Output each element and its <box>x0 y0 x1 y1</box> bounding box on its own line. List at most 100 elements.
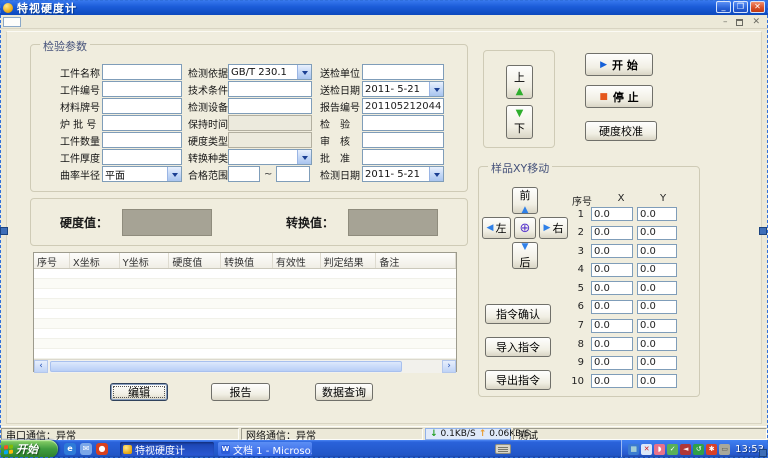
workpiece-qty-input[interactable] <box>102 132 182 148</box>
messenger-icon[interactable]: ◗ <box>654 444 665 455</box>
selection-handle-right[interactable] <box>759 227 767 235</box>
xy-x-input[interactable] <box>591 319 633 333</box>
move-front-button[interactable]: 前 ▲ <box>512 187 538 214</box>
antivirus-icon[interactable]: ✱ <box>706 444 717 455</box>
stop-button[interactable]: ■ 停 止 <box>585 85 653 108</box>
move-back-button[interactable]: ▼ 后 <box>512 242 538 269</box>
chevron-down-icon[interactable] <box>297 65 311 79</box>
conversion-type-select[interactable] <box>228 149 312 165</box>
network-activity-icon[interactable]: ▦ <box>628 444 639 455</box>
child-restore-button[interactable] <box>736 19 743 26</box>
results-column-header[interactable]: 转换值 <box>221 253 273 268</box>
hardness-app-icon <box>123 445 132 454</box>
results-column-header[interactable]: Y坐标 <box>120 253 170 268</box>
restore-button[interactable]: ❐ <box>733 1 748 13</box>
results-column-header[interactable]: 判定结果 <box>321 253 377 268</box>
toolbar-grip-icon[interactable] <box>495 444 511 454</box>
xy-y-input[interactable] <box>637 337 677 351</box>
results-column-header[interactable]: 有效性 <box>273 253 321 268</box>
curvature-radius-select[interactable]: 平面 <box>102 166 182 182</box>
chevron-down-icon[interactable] <box>297 150 311 164</box>
xy-x-input[interactable] <box>591 226 633 240</box>
workpiece-thickness-input[interactable] <box>102 149 182 165</box>
xy-x-input[interactable] <box>591 356 633 370</box>
command-import-button[interactable]: 导入指令 <box>485 337 551 357</box>
move-right-button[interactable]: ▶ 右 <box>539 217 568 239</box>
xy-y-input[interactable] <box>637 244 677 258</box>
close-button[interactable]: ✕ <box>750 1 765 13</box>
selection-handle-left[interactable] <box>0 227 8 235</box>
minimize-button[interactable]: _ <box>716 1 731 13</box>
hold-time-input <box>228 115 312 131</box>
chevron-down-icon[interactable] <box>429 167 443 181</box>
xy-x-input[interactable] <box>591 244 633 258</box>
horizontal-scrollbar[interactable]: ‹ › <box>34 359 456 373</box>
test-device-input[interactable] <box>228 98 312 114</box>
chevron-down-icon[interactable] <box>429 82 443 96</box>
scrollbar-thumb[interactable] <box>50 361 402 372</box>
xy-x-input[interactable] <box>591 300 633 314</box>
material-grade-input[interactable] <box>102 98 182 114</box>
xy-y-input[interactable] <box>637 207 677 221</box>
xy-x-input[interactable] <box>591 207 633 221</box>
move-left-button[interactable]: ◀ 左 <box>482 217 511 239</box>
tech-condition-input[interactable] <box>228 81 312 97</box>
xy-y-input[interactable] <box>637 356 677 370</box>
child-close-button[interactable]: ✕ <box>752 17 760 27</box>
command-confirm-button[interactable]: 指令确认 <box>485 304 551 324</box>
xy-y-input[interactable] <box>637 374 677 388</box>
live-update-icon[interactable]: ↺ <box>693 444 704 455</box>
security-center-icon[interactable]: ✓ <box>667 444 678 455</box>
submit-date-select[interactable]: 2011- 5-21 <box>362 81 444 97</box>
selection-handle-bottom-right[interactable] <box>759 449 767 457</box>
network-error-icon[interactable]: ✕ <box>641 444 652 455</box>
results-column-header[interactable]: 备注 <box>376 253 456 268</box>
range-min-input[interactable] <box>228 166 260 182</box>
ie-icon[interactable]: e <box>64 443 76 455</box>
start-button[interactable]: ▶ 开 始 <box>585 53 653 76</box>
approver-input[interactable] <box>362 149 444 165</box>
results-column-header[interactable]: 序号 <box>34 253 70 268</box>
inspector-input[interactable] <box>362 115 444 131</box>
task-button-word-doc[interactable]: W 文档 1 - Microso... <box>218 442 312 456</box>
reviewer-input[interactable] <box>362 132 444 148</box>
xy-y-input[interactable] <box>637 263 677 277</box>
start-menu-button[interactable]: 开始 <box>0 440 58 458</box>
scroll-right-button[interactable]: › <box>442 360 456 373</box>
chevron-down-icon[interactable] <box>167 167 181 181</box>
range-max-input[interactable] <box>276 166 310 182</box>
xy-y-input[interactable] <box>637 281 677 295</box>
test-date-select[interactable]: 2011- 5-21 <box>362 166 444 182</box>
task-button-hardness-app[interactable]: 特视硬度计 <box>120 442 214 456</box>
report-button[interactable]: 报告 <box>211 383 270 401</box>
z-up-button[interactable]: 上 ▲ <box>506 65 533 99</box>
xy-x-input[interactable] <box>591 337 633 351</box>
xy-x-input[interactable] <box>591 263 633 277</box>
command-export-button[interactable]: 导出指令 <box>485 370 551 390</box>
xy-x-input[interactable] <box>591 374 633 388</box>
results-column-header[interactable]: X坐标 <box>70 253 120 268</box>
z-down-button[interactable]: ▼ 下 <box>506 105 533 139</box>
xy-y-input[interactable] <box>637 319 677 333</box>
results-column-header[interactable]: 硬度值 <box>169 253 221 268</box>
scroll-left-button[interactable]: ‹ <box>34 360 48 373</box>
move-center-button[interactable]: ⊕ <box>514 217 536 239</box>
workpiece-number-input[interactable] <box>102 81 182 97</box>
printer-icon[interactable]: ▭ <box>719 444 730 455</box>
xy-x-input[interactable] <box>591 281 633 295</box>
child-minimize-button[interactable]: – <box>723 17 728 27</box>
report-number-input[interactable] <box>362 98 444 114</box>
furnace-batch-input[interactable] <box>102 115 182 131</box>
calibrate-button[interactable]: 硬度校准 <box>585 121 657 141</box>
submit-unit-input[interactable] <box>362 64 444 80</box>
workpiece-name-input[interactable] <box>102 64 182 80</box>
test-standard-select[interactable]: GB/T 230.1 <box>228 64 312 80</box>
volume-icon[interactable]: ◄ <box>680 444 691 455</box>
edit-button[interactable]: 编辑 <box>110 383 168 401</box>
media-player-icon[interactable]: ● <box>96 443 108 455</box>
mdi-child-icon[interactable] <box>3 17 21 27</box>
data-query-button[interactable]: 数据查询 <box>315 383 373 401</box>
outlook-icon[interactable]: ✉ <box>80 443 92 455</box>
xy-y-input[interactable] <box>637 226 677 240</box>
xy-y-input[interactable] <box>637 300 677 314</box>
